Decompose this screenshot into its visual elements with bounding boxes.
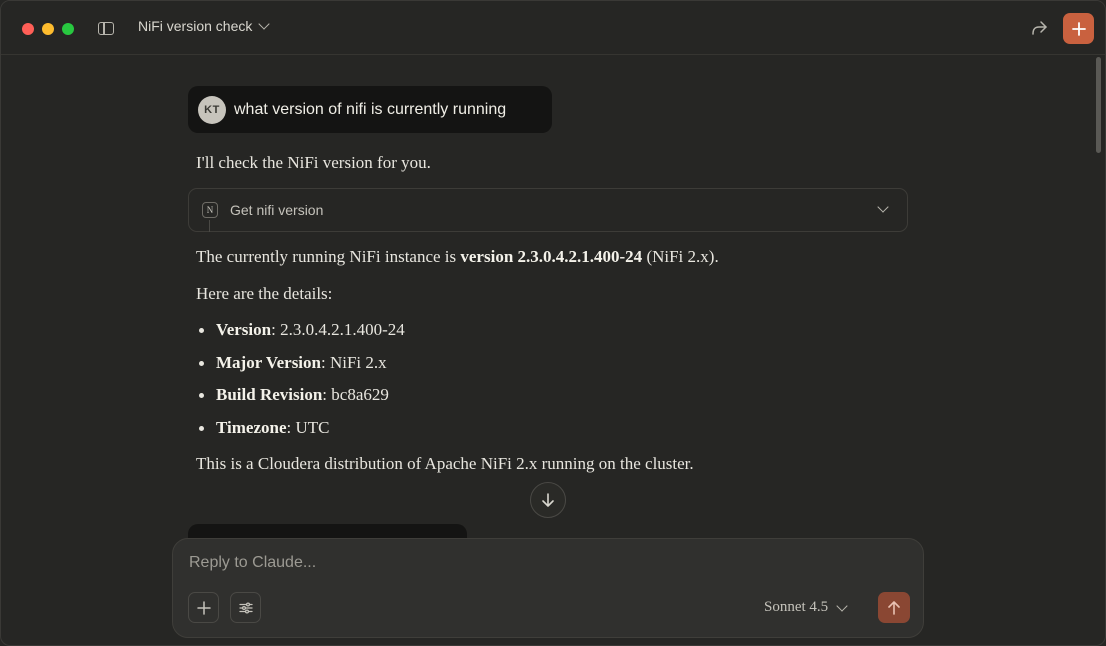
details-intro: Here are the details: xyxy=(196,284,333,303)
zoom-window-button[interactable] xyxy=(62,23,74,35)
detail-value: : 2.3.0.4.2.1.400-24 xyxy=(271,320,405,339)
chat-title-menu[interactable]: NiFi version check xyxy=(138,18,271,34)
arrow-down-icon xyxy=(542,493,554,507)
assistant-intro: I'll check the NiFi version for you. xyxy=(196,153,431,172)
close-window-button[interactable] xyxy=(22,23,34,35)
tool-call-card[interactable]: N Get nifi version xyxy=(188,188,908,232)
assistant-closing: This is a Cloudera distribution of Apach… xyxy=(196,454,694,473)
detail-label: Timezone xyxy=(216,417,287,437)
divider xyxy=(209,220,210,232)
scroll-down-button[interactable] xyxy=(530,482,566,518)
reply-input[interactable] xyxy=(187,553,891,573)
list-item: Timezone: UTC xyxy=(196,418,405,451)
tools-button[interactable] xyxy=(230,592,261,623)
model-selector[interactable]: Sonnet 4.5 xyxy=(764,599,848,616)
assistant-summary: The currently running NiFi instance is v… xyxy=(196,247,719,267)
summary-version: version 2.3.0.4.2.1.400-24 xyxy=(460,247,643,266)
chevron-down-icon[interactable] xyxy=(877,201,889,213)
sidebar-toggle-icon[interactable] xyxy=(98,22,114,35)
composer: Sonnet 4.5 xyxy=(172,538,924,638)
list-item: Major Version: NiFi 2.x xyxy=(196,353,405,386)
summary-suffix: (NiFi 2.x). xyxy=(642,247,719,266)
avatar: KT xyxy=(198,95,226,124)
chevron-down-icon xyxy=(258,18,271,30)
detail-label: Major Version xyxy=(216,352,321,372)
summary-text: The currently running NiFi instance is xyxy=(196,247,461,266)
detail-value: : UTC xyxy=(286,417,330,437)
chat-title: NiFi version check xyxy=(138,18,253,34)
user-message-text: what version of nifi is currently runnin… xyxy=(234,100,507,118)
new-chat-button[interactable] xyxy=(1063,13,1094,44)
detail-value: : bc8a629 xyxy=(322,385,389,404)
tool-call-label: Get nifi version xyxy=(230,202,324,218)
scrollbar[interactable] xyxy=(1096,57,1101,153)
send-button[interactable] xyxy=(878,592,910,623)
model-name: Sonnet 4.5 xyxy=(764,599,829,615)
minimize-window-button[interactable] xyxy=(42,23,54,35)
app-window: NiFi version check KT what version of ni… xyxy=(0,0,1106,646)
detail-value: : NiFi 2.x xyxy=(321,352,387,372)
share-icon[interactable] xyxy=(1029,18,1049,38)
details-list: Version: 2.3.0.4.2.1.400-24 Major Versio… xyxy=(196,320,405,450)
plus-icon xyxy=(1071,21,1086,36)
list-item: Build Revision: bc8a629 xyxy=(196,385,405,418)
detail-label: Version xyxy=(216,320,272,339)
chevron-down-icon xyxy=(836,599,848,612)
title-bar: NiFi version check xyxy=(1,1,1105,55)
detail-label: Build Revision xyxy=(216,385,323,404)
sliders-icon xyxy=(238,601,253,614)
arrow-up-icon xyxy=(888,600,900,615)
nifi-tool-icon: N xyxy=(202,202,218,218)
user-message: KT what version of nifi is currently run… xyxy=(188,86,552,133)
add-attachment-button[interactable] xyxy=(188,592,219,623)
list-item: Version: 2.3.0.4.2.1.400-24 xyxy=(196,320,405,353)
plus-icon xyxy=(196,600,211,615)
